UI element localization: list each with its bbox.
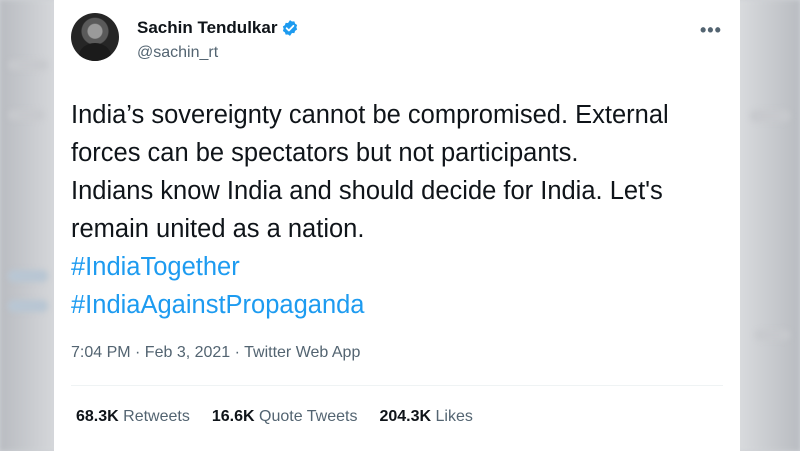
background-blur-shape (750, 110, 790, 122)
tweet-text-line: forces can be spectators but not partici… (71, 139, 579, 167)
retweets-label: Retweets (123, 408, 190, 425)
hashtag-link[interactable]: #IndiaTogether (71, 248, 711, 286)
tweet-text-line: remain united as a nation. (71, 215, 365, 243)
background-blur-shape (8, 270, 48, 282)
retweets-count: 68.3K (76, 408, 119, 425)
more-options-icon[interactable]: ••• (700, 20, 722, 41)
background-blur-shape (8, 300, 48, 312)
verified-badge-icon (283, 20, 298, 36)
tweet-text: India’s sovereignty cannot be compromise… (71, 96, 711, 324)
tweet-stats: 68.3K Retweets 16.6K Quote Tweets 204.3K… (76, 408, 495, 426)
tweet-card: Sachin Tendulkar @sachin_rt ••• India’s … (54, 0, 740, 451)
quote-tweets-label: Quote Tweets (259, 408, 358, 425)
author-name-row: Sachin Tendulkar (137, 18, 299, 38)
background-blur-shape (8, 110, 44, 120)
tweet-timestamp[interactable]: 7:04 PM · Feb 3, 2021 · Twitter Web App (71, 344, 360, 362)
retweets-stat[interactable]: 68.3K Retweets (76, 408, 190, 426)
quote-tweets-stat[interactable]: 16.6K Quote Tweets (212, 408, 358, 426)
author-handle[interactable]: @sachin_rt (137, 44, 218, 62)
divider (71, 385, 723, 386)
background-blur-shape (8, 60, 48, 70)
likes-stat[interactable]: 204.3K Likes (379, 408, 472, 426)
background-blur-shape (755, 330, 790, 340)
likes-label: Likes (435, 408, 473, 425)
avatar-silhouette (79, 43, 111, 61)
author-name[interactable]: Sachin Tendulkar (137, 18, 277, 38)
hashtag-link[interactable]: #IndiaAgainstPropaganda (71, 286, 711, 324)
likes-count: 204.3K (379, 408, 432, 425)
tweet-text-line: India’s sovereignty cannot be compromise… (71, 101, 669, 129)
tweet-text-line: Indians know India and should decide for… (71, 177, 663, 205)
quote-tweets-count: 16.6K (211, 408, 255, 425)
avatar[interactable] (71, 13, 119, 61)
